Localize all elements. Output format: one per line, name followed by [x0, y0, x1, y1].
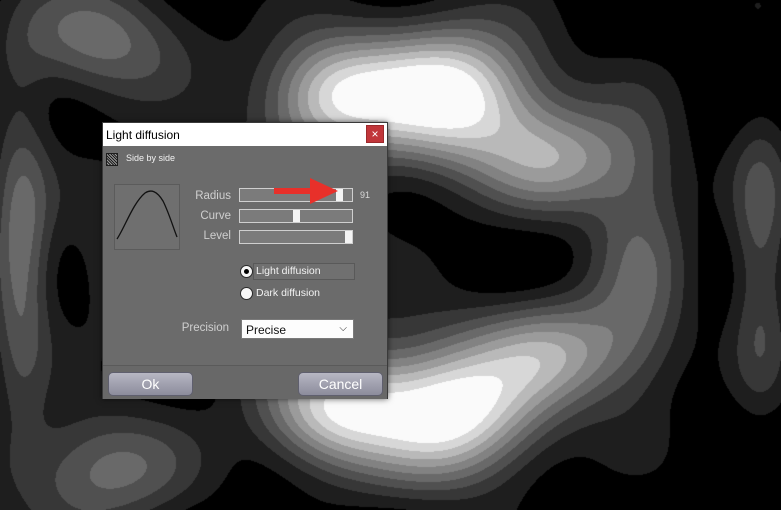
level-slider[interactable]: [239, 230, 353, 244]
level-label: Level: [203, 230, 232, 242]
precision-value: Precise: [246, 323, 287, 337]
radius-value: 91: [360, 190, 371, 200]
precision-label: Precision: [181, 322, 229, 334]
curve-slider[interactable]: [239, 209, 353, 223]
cancel-label: Cancel: [318, 376, 363, 392]
cancel-button[interactable]: Cancel: [298, 372, 383, 396]
light-diffusion-radio[interactable]: [240, 265, 253, 278]
dark-diffusion-label: Dark diffusion: [256, 287, 321, 299]
light-diffusion-label: Light diffusion: [256, 265, 321, 277]
dark-diffusion-radio[interactable]: [240, 287, 253, 300]
close-button[interactable]: ×: [366, 125, 384, 143]
level-slider-thumb[interactable]: [345, 231, 352, 243]
dialog-title: Light diffusion: [106, 128, 180, 142]
dialog-titlebar: Light diffusion ×: [103, 123, 387, 146]
red-arrow-icon: [274, 178, 338, 204]
close-icon: ×: [371, 127, 379, 141]
side-by-side-icon: [106, 153, 118, 166]
curve-label: Curve: [200, 210, 231, 222]
ok-label: Ok: [141, 376, 160, 392]
precision-select[interactable]: Precise ⌵: [241, 319, 354, 339]
bell-curve-graph: [116, 190, 178, 240]
light-diffusion-dialog: Light diffusion × Side by side Radius 91…: [102, 122, 388, 399]
dialog-footer: Ok Cancel: [103, 365, 387, 399]
side-by-side-label: Side by side: [126, 153, 176, 163]
chevron-down-icon: ⌵: [339, 323, 347, 334]
ok-button[interactable]: Ok: [108, 372, 193, 396]
radius-label: Radius: [195, 190, 231, 202]
curve-slider-thumb[interactable]: [293, 210, 300, 222]
